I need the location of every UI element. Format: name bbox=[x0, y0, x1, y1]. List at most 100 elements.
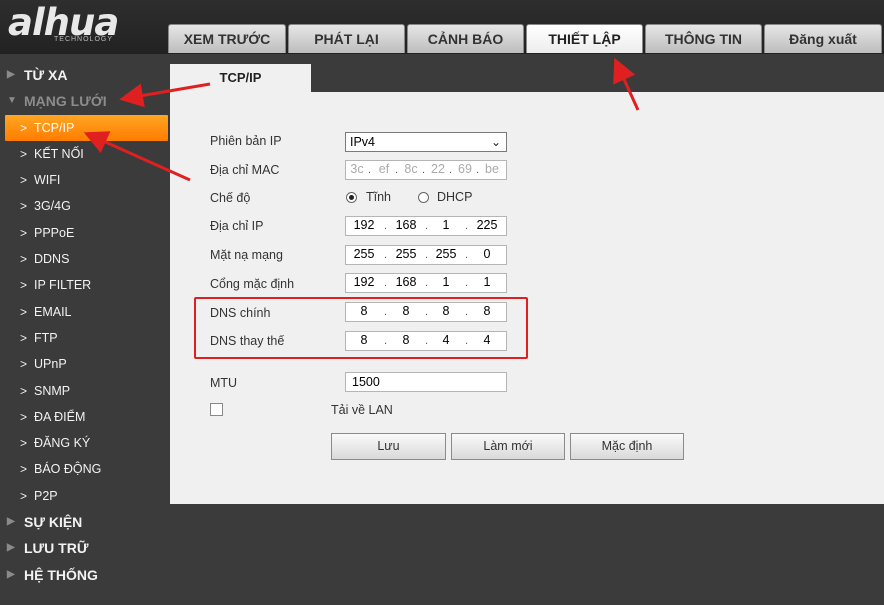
sidebar-item-wifi[interactable]: > WIFI bbox=[0, 167, 168, 193]
chevron-right-icon: > bbox=[20, 146, 28, 161]
ip-separator: . bbox=[384, 277, 388, 289]
triangle-down-icon: ▼ bbox=[7, 95, 17, 107]
ip-separator: . bbox=[425, 277, 429, 289]
subnet-mask-field[interactable]: 255. 255. 255. 0 bbox=[345, 245, 507, 265]
mask-seg-4[interactable]: 0 bbox=[473, 247, 501, 261]
mac-address-field: 3c. ef. 8c. 22. 69. be bbox=[345, 160, 507, 180]
ip-separator: . bbox=[384, 220, 388, 232]
chevron-right-icon: > bbox=[20, 383, 28, 398]
sidebar-item-pppoe[interactable]: > PPPoE bbox=[0, 220, 168, 246]
dns-highlight-annotation bbox=[194, 297, 528, 359]
triangle-right-icon: ▶ bbox=[7, 568, 15, 580]
sidebar-item-event[interactable]: ▶ SỰ KIỆN bbox=[0, 509, 168, 535]
sidebar-item-ftp[interactable]: > FTP bbox=[0, 325, 168, 351]
ip-address-label: Địa chỉ IP bbox=[210, 219, 264, 233]
sidebar-menu: ▶ TỪ XA ▼ MẠNG LƯỚI > TCP/IP > KẾT NỐI > WIFI… bbox=[0, 62, 168, 588]
sidebar-item-multicast[interactable]: > ĐA ĐIỂM bbox=[0, 404, 168, 430]
sidebar-item-system[interactable]: ▶ HỆ THỐNG bbox=[0, 562, 168, 588]
mode-static-radio[interactable] bbox=[346, 192, 357, 203]
lan-download-checkbox[interactable] bbox=[210, 403, 223, 416]
sidebar-item-network[interactable]: ▼ MẠNG LƯỚI bbox=[0, 88, 168, 114]
sidebar-item-tcpip[interactable]: > TCP/IP bbox=[5, 114, 168, 141]
subnet-mask-label: Mặt nạ mạng bbox=[210, 248, 283, 262]
mac-separator: . bbox=[395, 164, 399, 176]
sidebar-item-alarm-center[interactable]: > BÁO ĐỘNG bbox=[0, 456, 168, 482]
mac-seg-2: ef bbox=[378, 162, 390, 176]
logo-subtext: TECHNOLOGY bbox=[54, 36, 114, 43]
ip-separator: . bbox=[465, 220, 469, 232]
tab-logout[interactable]: Đăng xuất bbox=[764, 24, 882, 53]
mac-seg-4: 22 bbox=[431, 162, 445, 176]
mac-seg-3: 8c bbox=[404, 162, 418, 176]
sidebar-item-ddns[interactable]: > DDNS bbox=[0, 246, 168, 272]
ip-version-label: Phiên bản IP bbox=[210, 134, 282, 148]
ip-separator: . bbox=[425, 220, 429, 232]
gateway-label: Cổng mặc định bbox=[210, 277, 295, 291]
sidebar-item-storage[interactable]: ▶ LƯU TRỮ bbox=[0, 535, 168, 561]
chevron-down-icon: ⌄ bbox=[490, 135, 501, 149]
chevron-right-icon: > bbox=[20, 199, 28, 214]
sidebar-item-email[interactable]: > EMAIL bbox=[0, 299, 168, 325]
mtu-label: MTU bbox=[210, 376, 238, 390]
mac-separator: . bbox=[422, 164, 426, 176]
gateway-seg-3[interactable]: 1 bbox=[432, 275, 460, 289]
mac-seg-6: be bbox=[485, 162, 499, 176]
mac-seg-5: 69 bbox=[458, 162, 472, 176]
gateway-field[interactable]: 192. 168. 1. 1 bbox=[345, 273, 507, 293]
gateway-seg-2[interactable]: 168 bbox=[392, 275, 420, 289]
ip-seg-3[interactable]: 1 bbox=[432, 218, 460, 232]
tab-playback[interactable]: PHÁT LẠI bbox=[288, 24, 405, 53]
chevron-right-icon: > bbox=[20, 409, 28, 424]
chevron-right-icon: > bbox=[20, 488, 28, 503]
ip-seg-1[interactable]: 192 bbox=[350, 218, 378, 232]
mac-separator: . bbox=[476, 164, 480, 176]
refresh-button[interactable]: Làm mới bbox=[451, 433, 565, 460]
chevron-right-icon: > bbox=[20, 357, 28, 372]
ip-seg-2[interactable]: 168 bbox=[392, 218, 420, 232]
triangle-right-icon: ▶ bbox=[7, 542, 15, 554]
mac-separator: . bbox=[449, 164, 453, 176]
sidebar-item-ip-filter[interactable]: > IP FILTER bbox=[0, 272, 168, 298]
mode-label: Chế độ bbox=[210, 191, 251, 205]
gateway-seg-4[interactable]: 1 bbox=[473, 275, 501, 289]
mode-dhcp-label: DHCP bbox=[437, 190, 473, 204]
mtu-field[interactable]: 1500 bbox=[345, 372, 507, 392]
tab-alarm[interactable]: CẢNH BÁO bbox=[407, 24, 524, 53]
sidebar-item-register[interactable]: > ĐĂNG KÝ bbox=[0, 430, 168, 456]
tab-setup[interactable]: THIẾT LẬP bbox=[526, 24, 643, 53]
sidebar-item-3g4g[interactable]: >3G/4G bbox=[0, 193, 168, 219]
mac-separator: . bbox=[368, 164, 372, 176]
sidebar-item-remote[interactable]: ▶ TỪ XA bbox=[0, 62, 168, 88]
chevron-right-icon: > bbox=[20, 173, 28, 188]
ip-separator: . bbox=[465, 249, 469, 261]
mac-label: Địa chỉ MAC bbox=[210, 163, 280, 177]
mode-static-label: Tĩnh bbox=[366, 190, 392, 204]
bottom-area bbox=[170, 504, 884, 605]
sidebar-item-upnp[interactable]: > UPnP bbox=[0, 351, 168, 377]
chevron-right-icon: > bbox=[20, 252, 28, 267]
chevron-right-icon: > bbox=[20, 436, 28, 451]
triangle-right-icon: ▶ bbox=[7, 69, 15, 80]
sidebar-item-snmp[interactable]: > SNMP bbox=[0, 378, 168, 404]
mac-seg-1: 3c bbox=[350, 162, 364, 176]
chevron-right-icon: > bbox=[20, 120, 28, 135]
mask-seg-3[interactable]: 255 bbox=[432, 247, 460, 261]
default-button[interactable]: Mặc định bbox=[570, 433, 684, 460]
ip-separator: . bbox=[465, 277, 469, 289]
sidebar-item-connection[interactable]: > KẾT NỐI bbox=[0, 141, 168, 167]
save-button[interactable]: Lưu bbox=[331, 433, 446, 460]
ip-address-field[interactable]: 192. 168. 1. 225 bbox=[345, 216, 507, 236]
chevron-right-icon: > bbox=[20, 462, 28, 477]
gateway-seg-1[interactable]: 192 bbox=[350, 275, 378, 289]
mask-seg-2[interactable]: 255 bbox=[392, 247, 420, 261]
sidebar-item-p2p[interactable]: > P2P bbox=[0, 483, 168, 509]
mask-seg-1[interactable]: 255 bbox=[350, 247, 378, 261]
tab-info[interactable]: THÔNG TIN bbox=[645, 24, 762, 53]
ip-separator: . bbox=[425, 249, 429, 261]
ip-separator: . bbox=[384, 249, 388, 261]
ip-version-select[interactable]: IPv4 ⌄ bbox=[345, 132, 507, 152]
content-tab-tcpip[interactable]: TCP/IP bbox=[170, 64, 311, 93]
ip-seg-4[interactable]: 225 bbox=[473, 218, 501, 232]
mode-dhcp-radio[interactable] bbox=[418, 192, 429, 203]
tab-preview[interactable]: XEM TRƯỚC bbox=[168, 24, 286, 53]
